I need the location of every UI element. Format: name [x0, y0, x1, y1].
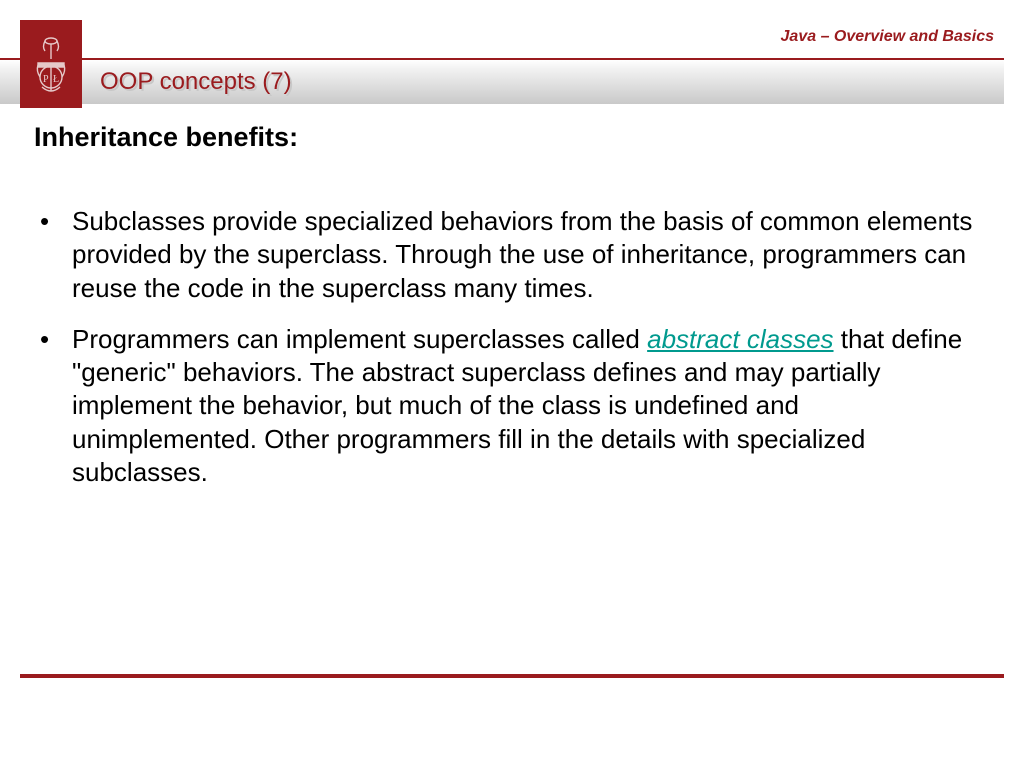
bullet-list: Subclasses provide specialized behaviors… [34, 205, 990, 489]
course-label: Java – Overview and Basics [781, 28, 994, 46]
title-bar: OOP concepts (7) OOP concepts (7) [0, 58, 1004, 104]
university-logo: P Ł [20, 20, 82, 108]
content-heading: Inheritance benefits: [34, 122, 990, 153]
footer-rule [20, 674, 1004, 678]
slide-header: Java – Overview and Basics OOP concepts … [0, 0, 1024, 110]
list-item: Subclasses provide specialized behaviors… [62, 205, 990, 305]
bullet-text-pre: Programmers can implement superclasses c… [72, 324, 647, 354]
bullet-text: Subclasses provide specialized behaviors… [72, 206, 972, 303]
list-item: Programmers can implement superclasses c… [62, 323, 990, 489]
crest-icon: P Ł [28, 29, 74, 99]
slide-content: Inheritance benefits: Subclasses provide… [0, 110, 1024, 489]
slide-title: OOP concepts (7) OOP concepts (7) [100, 68, 292, 96]
svg-text:Ł: Ł [53, 74, 59, 85]
abstract-classes-link[interactable]: abstract classes [647, 324, 833, 354]
svg-text:P: P [43, 74, 49, 85]
slide-title-text: OOP concepts (7) [100, 68, 292, 95]
